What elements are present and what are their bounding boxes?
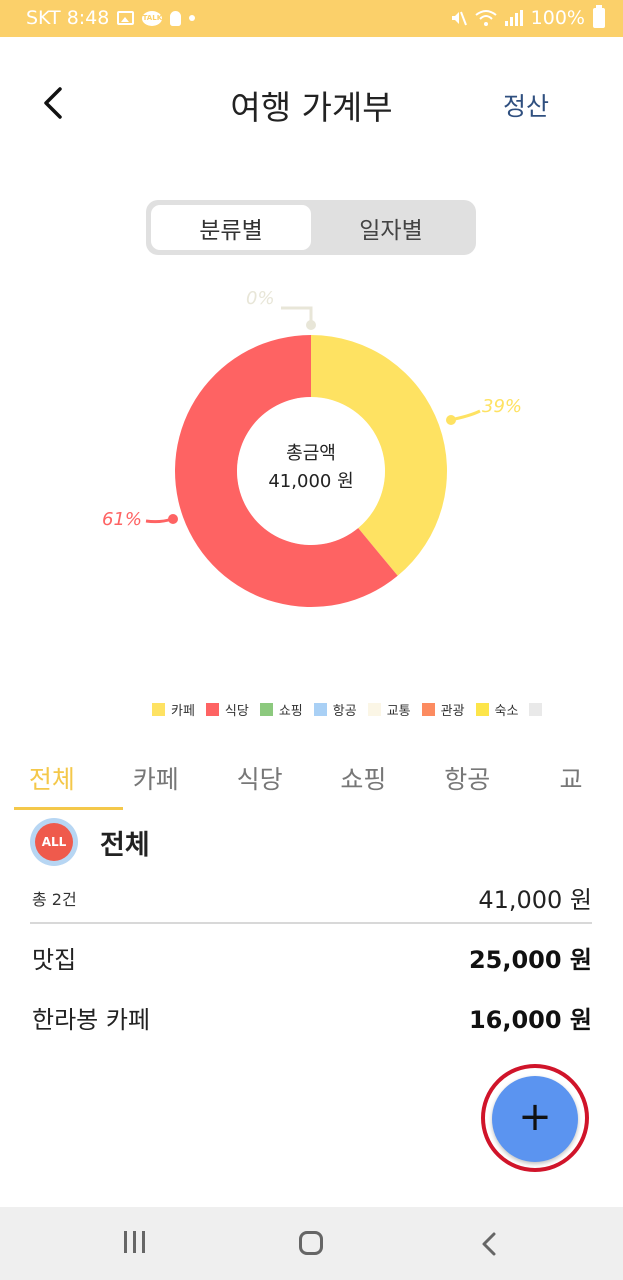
legend-label: 관광: [440, 704, 465, 719]
expense-name: 맛집: [32, 946, 77, 974]
tab-all[interactable]: 전체: [0, 748, 104, 810]
legend-item-lodging: 숙소: [475, 700, 519, 719]
legend-swatch: [421, 703, 435, 716]
legend-label: 식당: [224, 704, 249, 719]
legend-label: 교통: [386, 704, 411, 719]
category-tabs: 전체 카페 식당 쇼핑 항공 교: [0, 748, 623, 810]
expense-row[interactable]: 한라봉 카페 16,000 원: [30, 996, 592, 1036]
legend-swatch: [205, 703, 219, 716]
kakaotalk-icon: TALK: [142, 10, 163, 26]
legend-item-tour: 관광: [421, 700, 465, 719]
leader-zero-dot: [306, 320, 316, 330]
expense-donut-chart: 총금액 41,000 원 39% 61% 0%: [0, 270, 623, 690]
tab-shopping[interactable]: 쇼핑: [311, 748, 415, 810]
home-icon[interactable]: [299, 1231, 323, 1255]
leader-restaurant-dot: [168, 514, 178, 524]
signal-icon: [504, 10, 523, 26]
legend-swatch: [475, 703, 489, 716]
status-left: SKT 8:48 TALK: [26, 7, 196, 29]
center-label-title: 총금액: [286, 443, 336, 464]
leader-cafe-dot: [446, 415, 456, 425]
legend-swatch: [367, 703, 381, 716]
system-nav-bar: [0, 1207, 623, 1280]
battery-icon: [593, 5, 605, 28]
expense-amount: 16,000 원: [468, 1006, 592, 1034]
all-badge-text: ALL: [35, 823, 73, 861]
legend-swatch: [529, 703, 543, 716]
recent-apps-icon[interactable]: [124, 1231, 154, 1257]
bulb-icon: [170, 10, 182, 26]
slice-label-restaurant: 61%: [102, 509, 143, 530]
legend-swatch: [152, 703, 165, 716]
back-nav-icon[interactable]: [476, 1231, 506, 1257]
tab-restaurant[interactable]: 식당: [208, 748, 312, 810]
wifi-icon: [475, 10, 497, 26]
dot-icon: [189, 15, 196, 21]
chart-legend: 카페 식당 쇼핑 항공 교통 관광 숙소: [152, 700, 547, 719]
gallery-icon: [117, 11, 135, 25]
legend-label: 쇼핑: [278, 704, 303, 719]
expense-row[interactable]: 맛집 25,000 원: [30, 936, 592, 976]
slice-label-zero: 0%: [246, 288, 275, 309]
view-mode-toggle: 분류별 일자별: [146, 200, 476, 255]
battery-text: 100%: [530, 7, 585, 29]
legend-item-transport: 교통: [367, 700, 411, 719]
status-bar: SKT 8:48 TALK 100%: [0, 0, 623, 37]
expense-count: 총 2건: [32, 890, 77, 909]
expense-name: 한라봉 카페: [32, 1006, 151, 1034]
app-header: 여행 가계부 정산: [0, 37, 623, 167]
mute-icon: [451, 11, 467, 26]
settle-button[interactable]: 정산: [503, 87, 549, 123]
tab-active-indicator: [14, 807, 123, 810]
legend-label: 항공: [332, 704, 357, 719]
legend-swatch: [313, 703, 327, 716]
tab-flight[interactable]: 항공: [415, 748, 519, 810]
segment-by-category[interactable]: 분류별: [151, 205, 311, 250]
tab-cafe[interactable]: 카페: [104, 748, 208, 810]
section-title: 전체: [100, 829, 150, 861]
expense-summary: 총 2건 41,000 원: [30, 880, 592, 924]
legend-label: 카페: [171, 704, 195, 719]
legend-label: 숙소: [494, 704, 519, 719]
add-expense-button[interactable]: +: [492, 1076, 578, 1162]
legend-swatch: [259, 703, 273, 716]
leader-zero: [281, 306, 313, 325]
legend-item-restaurant: 식당: [205, 700, 249, 719]
center-label-total: 41,000 원: [268, 471, 354, 492]
carrier-time: SKT 8:48: [26, 7, 110, 29]
chart-center-label: 총금액 41,000 원: [236, 440, 386, 496]
legend-item-shopping: 쇼핑: [259, 700, 303, 719]
legend-item-flight: 항공: [313, 700, 357, 719]
legend-item-other: [529, 703, 543, 716]
status-right: 100%: [449, 5, 605, 29]
legend-item-cafe: 카페: [152, 700, 195, 719]
tab-transport[interactable]: 교: [519, 748, 623, 810]
expense-amount: 25,000 원: [468, 946, 592, 974]
expense-total: 41,000 원: [478, 886, 592, 914]
section-header: ALL 전체: [30, 818, 150, 866]
all-category-icon: ALL: [30, 818, 78, 866]
segment-by-date[interactable]: 일자별: [311, 205, 471, 250]
slice-label-cafe: 39%: [482, 396, 523, 417]
